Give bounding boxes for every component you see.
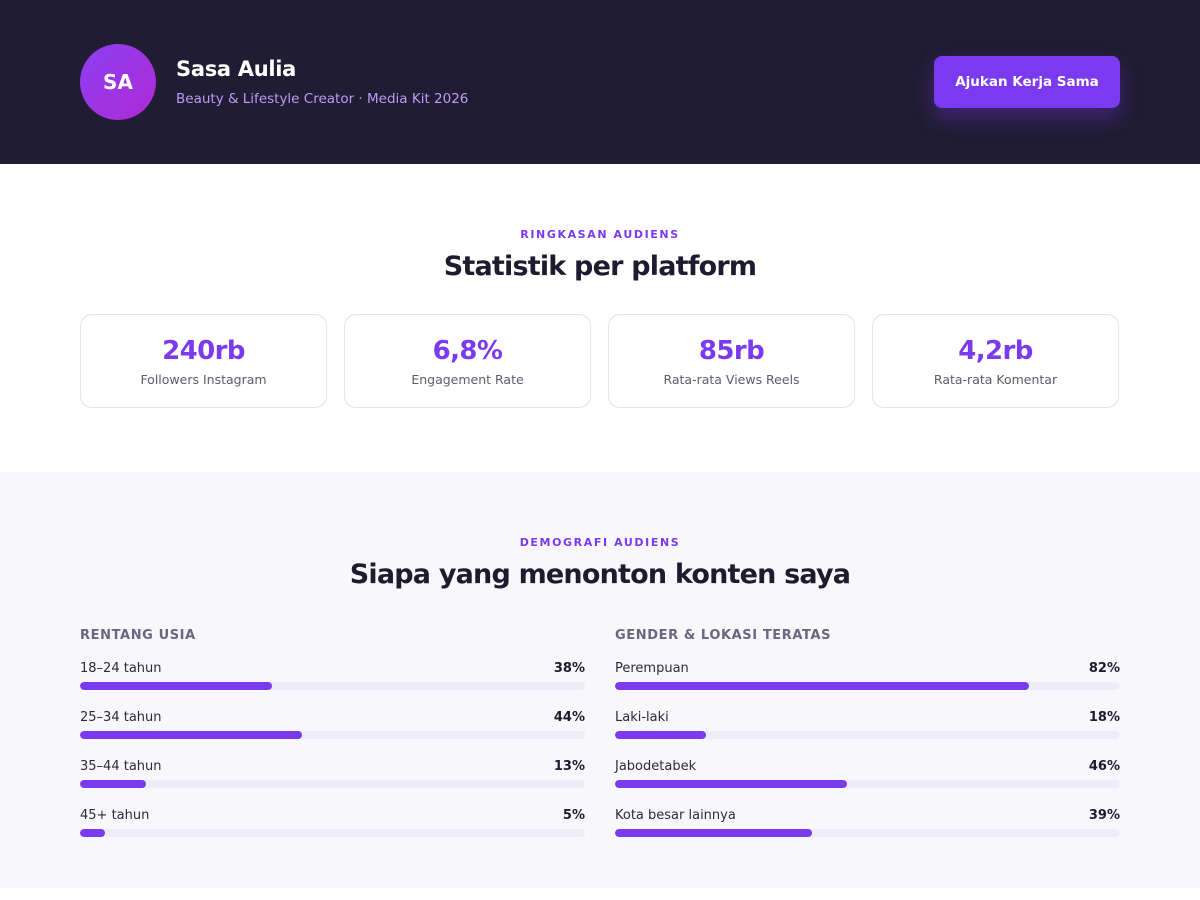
bar-label: 25–34 tahun [80, 710, 162, 725]
creator-tagline: Beauty & Lifestyle Creator · Media Kit 2… [176, 91, 469, 107]
avatar: SA [80, 44, 156, 120]
stat-card-comments: 4,2rb Rata-rata Komentar [872, 314, 1119, 408]
stat-label: Rata-rata Views Reels [663, 371, 800, 387]
bar-track [80, 731, 585, 739]
bar-fill [80, 731, 303, 739]
bar-track [615, 829, 1120, 837]
bar-track [80, 780, 585, 788]
bar-fill [80, 780, 146, 788]
bar-fill [80, 682, 272, 690]
bar-label: 18–24 tahun [80, 661, 162, 676]
gender-location-bar-row: Jabodetabek 46% [615, 759, 1120, 788]
age-bar-row: 25–34 tahun 44% [80, 710, 585, 739]
demographics-columns: RENTANG USIA 18–24 tahun 38% 25–34 tahun… [0, 628, 1200, 857]
bar-percentage: 38% [553, 661, 585, 676]
bar-fill [615, 731, 706, 739]
bar-label: Kota besar lainnya [615, 808, 736, 823]
gender-location-bar-row: Laki-laki 18% [615, 710, 1120, 739]
bar-fill [80, 829, 106, 837]
age-bar-row: 18–24 tahun 38% [80, 661, 585, 690]
bar-percentage: 39% [1088, 808, 1120, 823]
bar-percentage: 18% [1088, 710, 1120, 725]
stat-value: 6,8% [432, 335, 503, 366]
gender-location-bar-row: Perempuan 82% [615, 661, 1120, 690]
stat-value: 4,2rb [958, 335, 1033, 366]
profile-header: SA Sasa Aulia Beauty & Lifestyle Creator… [0, 0, 1200, 164]
bar-percentage: 82% [1088, 661, 1120, 676]
audience-summary-section: RINGKASAN AUDIENS Statistik per platform… [0, 164, 1200, 472]
bar-label: 45+ tahun [80, 808, 150, 823]
bar-track [615, 731, 1120, 739]
stat-card-views: 85rb Rata-rata Views Reels [608, 314, 855, 408]
stat-cards: 240rb Followers Instagram 6,8% Engagemen… [0, 314, 1200, 408]
collaboration-button[interactable]: Ajukan Kerja Sama [934, 56, 1120, 108]
stat-value: 85rb [698, 335, 765, 366]
stat-label: Engagement Rate [411, 371, 524, 387]
bar-track [615, 682, 1120, 690]
bar-track [80, 682, 585, 690]
bar-percentage: 46% [1088, 759, 1120, 774]
age-range-title: RENTANG USIA [80, 628, 196, 643]
age-bar-row: 45+ tahun 5% [80, 808, 585, 837]
bar-fill [615, 682, 1030, 690]
stats-eyebrow: RINGKASAN AUDIENS [520, 228, 680, 241]
bar-percentage: 44% [553, 710, 585, 725]
bar-label: Jabodetabek [615, 759, 697, 774]
demographics-heading: DEMOGRAFI AUDIENS Siapa yang menonton ko… [0, 536, 1200, 590]
bar-label: Perempuan [615, 661, 689, 676]
stat-label: Rata-rata Komentar [933, 371, 1058, 387]
stats-title: Statistik per platform [443, 251, 757, 282]
stat-label: Followers Instagram [140, 371, 267, 387]
avatar-initials: SA [103, 70, 133, 94]
bar-label: Laki-laki [615, 710, 669, 725]
gender-location-bar-row: Kota besar lainnya 39% [615, 808, 1120, 837]
bar-track [615, 780, 1120, 788]
age-range-column: RENTANG USIA 18–24 tahun 38% 25–34 tahun… [80, 628, 585, 857]
creator-identity: Sasa Aulia Beauty & Lifestyle Creator · … [176, 57, 468, 107]
bar-label: 35–44 tahun [80, 759, 162, 774]
demographics-title: Siapa yang menonton konten saya [349, 559, 851, 590]
bar-fill [615, 780, 848, 788]
audience-demographics-section: DEMOGRAFI AUDIENS Siapa yang menonton ko… [0, 472, 1200, 888]
stat-card-engagement: 6,8% Engagement Rate [344, 314, 591, 408]
creator-name: Sasa Aulia [176, 57, 297, 81]
age-bar-row: 35–44 tahun 13% [80, 759, 585, 788]
bar-percentage: 13% [553, 759, 585, 774]
bar-track [80, 829, 585, 837]
stat-value: 240rb [162, 335, 245, 366]
gender-location-title: GENDER & LOKASI TERATAS [615, 628, 832, 643]
bar-fill [615, 829, 812, 837]
demographics-eyebrow: DEMOGRAFI AUDIENS [519, 536, 681, 549]
bar-percentage: 5% [562, 808, 585, 823]
gender-location-column: GENDER & LOKASI TERATAS Perempuan 82% La… [615, 628, 1120, 857]
stat-card-followers: 240rb Followers Instagram [80, 314, 327, 408]
